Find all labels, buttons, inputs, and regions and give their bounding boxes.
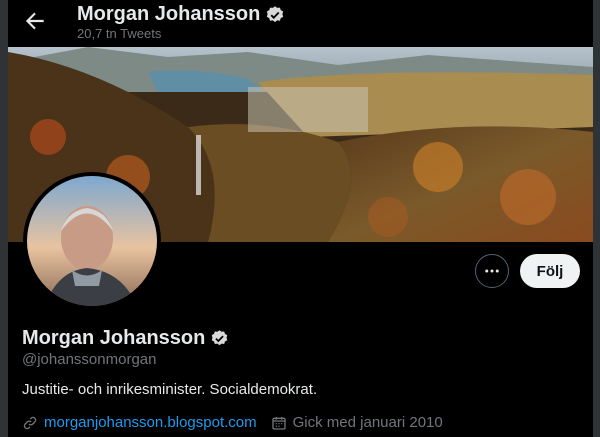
calendar-icon [271,416,286,430]
header-name: Morgan Johansson [77,3,285,26]
profile-name-text: Morgan Johansson [22,327,206,349]
profile-name: Morgan Johansson [22,327,229,350]
profile-bio: Justitie- och inrikesminister. Socialdem… [22,381,318,398]
header-name-text: Morgan Johansson [77,3,261,25]
arrow-left-icon [25,12,44,30]
follow-button[interactable]: Följ [520,254,580,288]
profile-meta: morganjohansson.blogspot.com Gick med ja… [22,414,443,431]
verified-badge-icon [267,5,284,22]
profile-handle: @johanssonmorgan [22,351,157,368]
joined-date: Gick med januari 2010 [292,414,443,431]
avatar-frame[interactable] [23,172,161,310]
more-button[interactable] [475,254,509,288]
tweet-count: 20,7 tn Tweets [77,26,162,41]
back-button[interactable] [22,8,48,34]
profile-header-bar: Morgan Johansson 20,7 tn Tweets [8,0,593,46]
verified-badge-icon [212,330,228,346]
right-border [593,0,600,437]
link-icon [23,416,37,429]
website-link[interactable]: morganjohansson.blogspot.com [44,414,257,431]
more-dots-icon [485,269,499,273]
avatar-image [27,176,157,306]
left-border [0,0,8,437]
avatar[interactable] [27,176,157,306]
